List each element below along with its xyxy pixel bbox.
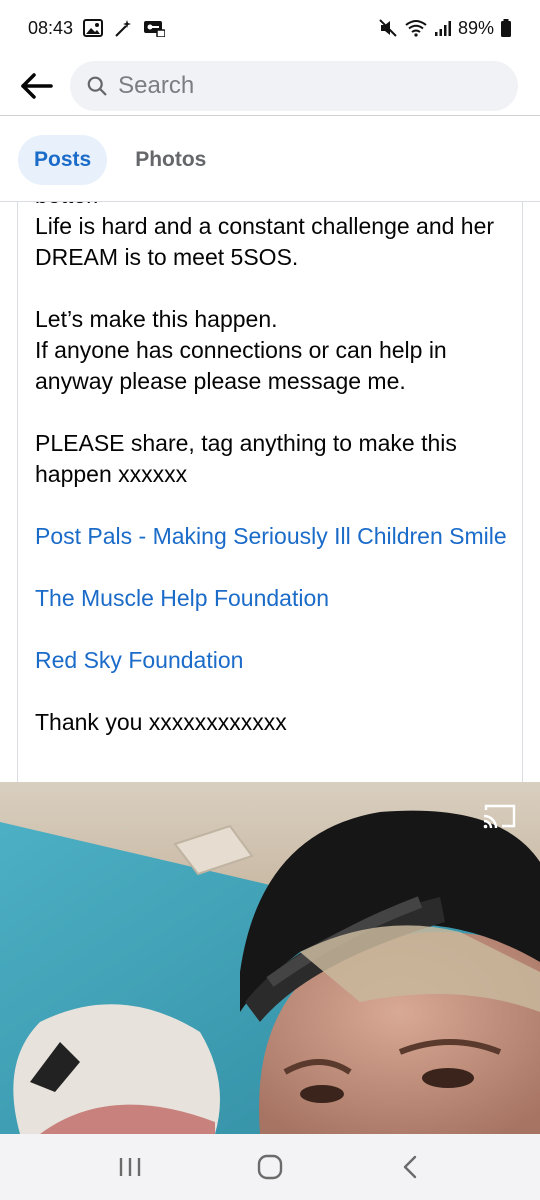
search-header — [0, 56, 540, 116]
post-paragraph: PLEASE share, tag anything to make this … — [35, 430, 457, 487]
post-link-muscle-help[interactable]: The Muscle Help Foundation — [35, 583, 515, 614]
recents-button[interactable] — [105, 1142, 155, 1192]
search-box[interactable] — [70, 60, 518, 111]
post-link-post-pals[interactable]: Post Pals - Making Seriously Ill Childre… — [35, 521, 515, 552]
post-card: better. Life is hard and a constant chal… — [17, 202, 523, 782]
chevron-left-icon — [403, 1155, 417, 1179]
clipped-text-line: better. — [35, 202, 515, 211]
home-icon — [257, 1154, 283, 1180]
back-button[interactable] — [16, 66, 56, 106]
nav-back-button[interactable] — [385, 1142, 435, 1192]
search-icon — [87, 76, 107, 95]
status-time: 08:43 — [28, 17, 74, 38]
status-right: 89% — [378, 18, 512, 39]
search-input[interactable] — [118, 71, 502, 100]
video-frame — [0, 782, 540, 1134]
cast-button[interactable] — [482, 802, 518, 830]
tab-posts[interactable]: Posts — [18, 134, 108, 185]
cast-icon — [483, 804, 516, 829]
vpn-key-icon — [143, 19, 166, 37]
post-line: If anyone has connections or can help in… — [35, 337, 447, 394]
magic-wand-icon — [113, 18, 133, 38]
post-line: Let’s make this happen. — [35, 306, 278, 332]
tab-photos[interactable]: Photos — [119, 135, 222, 185]
signal-icon — [434, 19, 452, 37]
battery-percent: 89% — [457, 17, 494, 38]
video-player[interactable] — [0, 782, 540, 1134]
post-paragraph: Let’s make this happen. If anyone has co… — [35, 304, 515, 397]
system-nav-bar — [0, 1134, 540, 1200]
status-bar: 08:43 89% — [0, 0, 540, 56]
gallery-icon — [83, 19, 104, 37]
wifi-icon — [404, 18, 428, 38]
status-left: 08:43 — [28, 17, 166, 39]
mute-icon — [378, 18, 398, 38]
recents-icon — [119, 1158, 141, 1176]
post-link-red-sky[interactable]: Red Sky Foundation — [35, 645, 515, 676]
post-paragraph: Life is hard and a constant challenge an… — [35, 213, 495, 270]
post-closing: Thank you xxxxxxxxxxxx — [35, 709, 287, 735]
arrow-left-icon — [21, 72, 53, 99]
tab-bar: Posts Photos — [0, 118, 540, 202]
battery-icon — [500, 19, 512, 37]
post-body: better. Life is hard and a constant chal… — [35, 202, 515, 769]
home-button[interactable] — [245, 1142, 295, 1192]
